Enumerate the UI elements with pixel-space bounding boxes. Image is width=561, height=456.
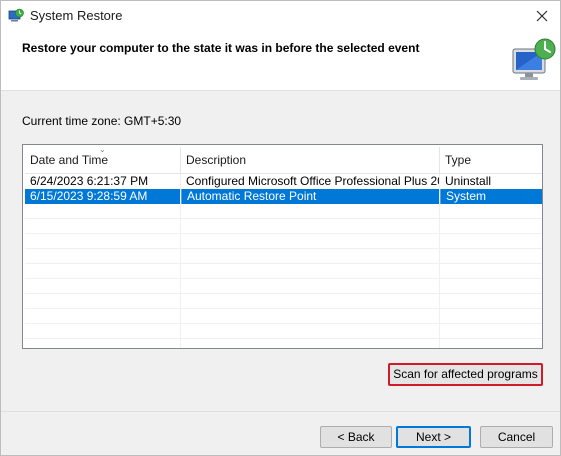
window-title: System Restore [30, 8, 123, 23]
empty-row [25, 294, 542, 309]
monitor-restore-icon [512, 38, 556, 80]
row-description: Configured Microsoft Office Professional… [186, 174, 439, 188]
empty-row [25, 249, 542, 264]
scan-affected-programs-button[interactable]: Scan for affected programs [388, 363, 543, 386]
empty-row [25, 309, 542, 324]
cancel-button[interactable]: Cancel [480, 426, 553, 448]
row-description: Automatic Restore Point [181, 189, 439, 204]
empty-row [25, 234, 542, 249]
timezone-label: Current time zone: GMT+5:30 [22, 114, 182, 128]
system-restore-window: System Restore Restore your computer to … [0, 0, 561, 456]
restore-point-list[interactable]: ⌄ Date and Time Description Type 6/24/20… [22, 144, 543, 349]
empty-row [25, 324, 542, 339]
row-type: Uninstall [445, 174, 492, 188]
column-header-date[interactable]: Date and Time [25, 147, 180, 174]
page-heading: Restore your computer to the state it wa… [22, 41, 420, 55]
header-panel: System Restore Restore your computer to … [1, 1, 560, 91]
row-type: System [440, 189, 542, 204]
list-header: ⌄ Date and Time Description Type [25, 146, 542, 174]
empty-row [25, 279, 542, 294]
empty-row [25, 219, 542, 234]
row-date: 6/15/2023 9:28:59 AM [30, 189, 148, 203]
column-grid-line [180, 174, 181, 348]
next-button[interactable]: Next > [396, 426, 471, 448]
empty-row [25, 204, 542, 219]
column-grid-line [439, 174, 440, 348]
row-date: 6/24/2023 6:21:37 PM [30, 174, 149, 188]
table-row[interactable]: 6/24/2023 6:21:37 PM Configured Microsof… [25, 174, 542, 189]
column-header-description[interactable]: Description [181, 147, 439, 174]
system-restore-icon [8, 8, 24, 22]
footer-divider [1, 411, 560, 412]
back-button[interactable]: < Back [320, 426, 392, 448]
close-button[interactable] [524, 1, 560, 31]
column-header-type[interactable]: Type [440, 147, 542, 174]
table-row-selected[interactable]: 6/15/2023 9:28:59 AM Automatic Restore P… [25, 189, 542, 204]
empty-row [25, 264, 542, 279]
title-bar: System Restore [1, 1, 560, 31]
close-icon [536, 10, 548, 22]
